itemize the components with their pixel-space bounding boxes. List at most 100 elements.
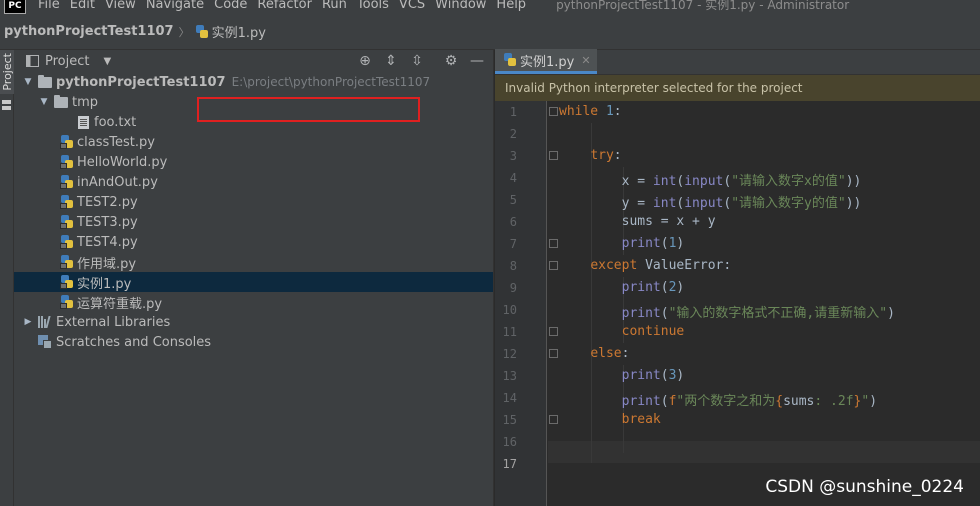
left-tool-stripe: Project bbox=[0, 50, 14, 506]
line-number: 3 bbox=[509, 149, 517, 163]
menu-view[interactable]: View bbox=[105, 0, 136, 12]
fold-marker-icon[interactable] bbox=[549, 239, 558, 248]
folder-label: tmp bbox=[72, 94, 99, 110]
tree-file[interactable]: TEST4.py bbox=[14, 232, 493, 252]
fold-marker-icon[interactable] bbox=[549, 261, 558, 270]
expand-arrow-icon[interactable]: ▼ bbox=[38, 97, 50, 107]
close-icon[interactable]: ✕ bbox=[581, 54, 590, 67]
chevron-down-icon: ▼ bbox=[103, 55, 112, 67]
line-number: 8 bbox=[509, 259, 517, 273]
code-line: print(f"两个数字之和为{sums: .2f}") bbox=[621, 394, 878, 409]
collapse-arrow-icon[interactable]: ▶ bbox=[22, 317, 34, 327]
fold-marker-icon[interactable] bbox=[549, 349, 558, 358]
tree-root[interactable]: ▼ pythonProjectTest1107 E:\project\pytho… bbox=[14, 72, 493, 92]
project-panel-toolbar: ⊕ ⇕ ⇳ ⚙ — bbox=[349, 50, 487, 72]
csdn-watermark: CSDN @sunshine_0224 bbox=[765, 477, 964, 497]
interpreter-warning-banner[interactable]: Invalid Python interpreter selected for … bbox=[495, 75, 980, 101]
menu-items: File Edit View Navigate Code Refactor Ru… bbox=[38, 0, 536, 12]
python-file-icon bbox=[60, 155, 74, 169]
expand-arrow-icon[interactable]: ▼ bbox=[22, 77, 34, 87]
tree-file[interactable]: TEST2.py bbox=[14, 192, 493, 212]
line-number: 15 bbox=[502, 413, 517, 427]
file-label: TEST2.py bbox=[77, 194, 138, 210]
pycharm-logo-icon: PC bbox=[4, 0, 26, 14]
tree-file[interactable]: TEST3.py bbox=[14, 212, 493, 232]
python-file-icon bbox=[503, 53, 517, 67]
fold-marker-icon[interactable] bbox=[549, 327, 558, 336]
menu-file[interactable]: File bbox=[38, 0, 60, 12]
file-label: TEST3.py bbox=[77, 214, 138, 230]
file-label: HelloWorld.py bbox=[77, 154, 168, 170]
code-line: except ValueError: bbox=[590, 258, 732, 273]
breadcrumb-file[interactable]: 实例1.py bbox=[195, 22, 266, 41]
line-number: 12 bbox=[502, 347, 517, 361]
tree-file[interactable]: 作用域.py bbox=[14, 252, 493, 272]
root-folder-path: E:\project\pythonProjectTest1107 bbox=[231, 75, 431, 89]
project-panel: Project ▼ ⊕ ⇕ ⇳ ⚙ — ▼ pythonProjectTest1… bbox=[14, 50, 494, 506]
select-opened-file-icon[interactable]: ⊕ bbox=[355, 51, 375, 71]
fold-marker-icon[interactable] bbox=[549, 151, 558, 160]
code-line: print(3) bbox=[621, 368, 685, 383]
tree-external-libraries[interactable]: ▶ External Libraries bbox=[14, 312, 493, 332]
external-libraries-label: External Libraries bbox=[56, 314, 171, 330]
tree-file-selected[interactable]: 实例1.py bbox=[14, 272, 493, 292]
expand-all-icon[interactable]: ⇕ bbox=[381, 51, 401, 71]
tree-file[interactable]: 运算符重载.py bbox=[14, 292, 493, 312]
breadcrumb-chevron-icon: 〉 bbox=[178, 25, 190, 39]
code-line: while 1: bbox=[559, 104, 622, 119]
menu-edit[interactable]: Edit bbox=[70, 0, 95, 12]
breadcrumb-project[interactable]: pythonProjectTest1107 bbox=[4, 24, 174, 39]
breadcrumb-file-label: 实例1.py bbox=[211, 26, 266, 41]
structure-icon[interactable] bbox=[2, 100, 11, 112]
menu-run[interactable]: Run bbox=[322, 0, 347, 12]
menu-window[interactable]: Window bbox=[435, 0, 486, 12]
python-file-icon bbox=[195, 24, 209, 39]
code-line: break bbox=[621, 412, 661, 427]
menu-tools[interactable]: Tools bbox=[357, 0, 389, 12]
line-number: 6 bbox=[509, 215, 517, 229]
window-title: pythonProjectTest1107 - 实例1.py - Adminis… bbox=[556, 0, 850, 12]
tree-file[interactable]: classTest.py bbox=[14, 132, 493, 152]
menu-help[interactable]: Help bbox=[496, 0, 526, 12]
line-number: 1 bbox=[509, 105, 517, 119]
scratches-icon bbox=[38, 335, 52, 349]
fold-marker-icon[interactable] bbox=[549, 415, 558, 424]
tab-example1[interactable]: 实例1.py ✕ bbox=[495, 49, 597, 74]
project-tool-window-label: Project bbox=[0, 53, 14, 91]
menu-vcs[interactable]: VCS bbox=[399, 0, 425, 12]
python-file-icon bbox=[60, 195, 74, 209]
gear-icon[interactable]: ⚙ bbox=[441, 51, 461, 71]
editor-area: 实例1.py ✕ Invalid Python interpreter sele… bbox=[495, 49, 980, 506]
project-view-selector[interactable]: Project ▼ bbox=[26, 54, 111, 69]
scratches-label: Scratches and Consoles bbox=[56, 334, 212, 350]
tree-file[interactable]: inAndOut.py bbox=[14, 172, 493, 192]
line-number-current: 17 bbox=[502, 457, 517, 471]
python-file-icon bbox=[60, 235, 74, 249]
code-line: print(2) bbox=[621, 280, 685, 295]
menu-code[interactable]: Code bbox=[214, 0, 247, 12]
project-view-icon bbox=[26, 55, 39, 67]
python-file-icon bbox=[60, 175, 74, 189]
project-tool-window-button[interactable]: Project bbox=[0, 50, 14, 94]
collapse-all-icon[interactable]: ⇳ bbox=[407, 51, 427, 71]
code-line: continue bbox=[621, 324, 685, 339]
line-number: 2 bbox=[509, 127, 517, 141]
file-label: TEST4.py bbox=[77, 234, 138, 250]
file-label: 实例1.py bbox=[77, 276, 132, 292]
folder-icon bbox=[54, 94, 68, 108]
file-label: classTest.py bbox=[77, 134, 155, 150]
menu-refactor[interactable]: Refactor bbox=[257, 0, 312, 12]
python-file-icon bbox=[60, 135, 74, 149]
python-file-icon bbox=[60, 215, 74, 229]
library-icon bbox=[38, 316, 52, 328]
python-file-icon bbox=[60, 275, 74, 289]
hide-panel-icon[interactable]: — bbox=[467, 51, 487, 71]
tree-file[interactable]: HelloWorld.py bbox=[14, 152, 493, 172]
tree-scratches[interactable]: Scratches and Consoles bbox=[14, 332, 493, 352]
menu-navigate[interactable]: Navigate bbox=[146, 0, 204, 12]
code-editor[interactable]: 1 2 3 4 5 6 7 8 9 10 11 12 13 14 15 16 1… bbox=[495, 101, 980, 506]
code-line: else: bbox=[590, 346, 630, 361]
tab-label: 实例1.py bbox=[520, 54, 575, 70]
fold-marker-icon[interactable] bbox=[549, 107, 558, 116]
line-number: 10 bbox=[502, 303, 517, 317]
